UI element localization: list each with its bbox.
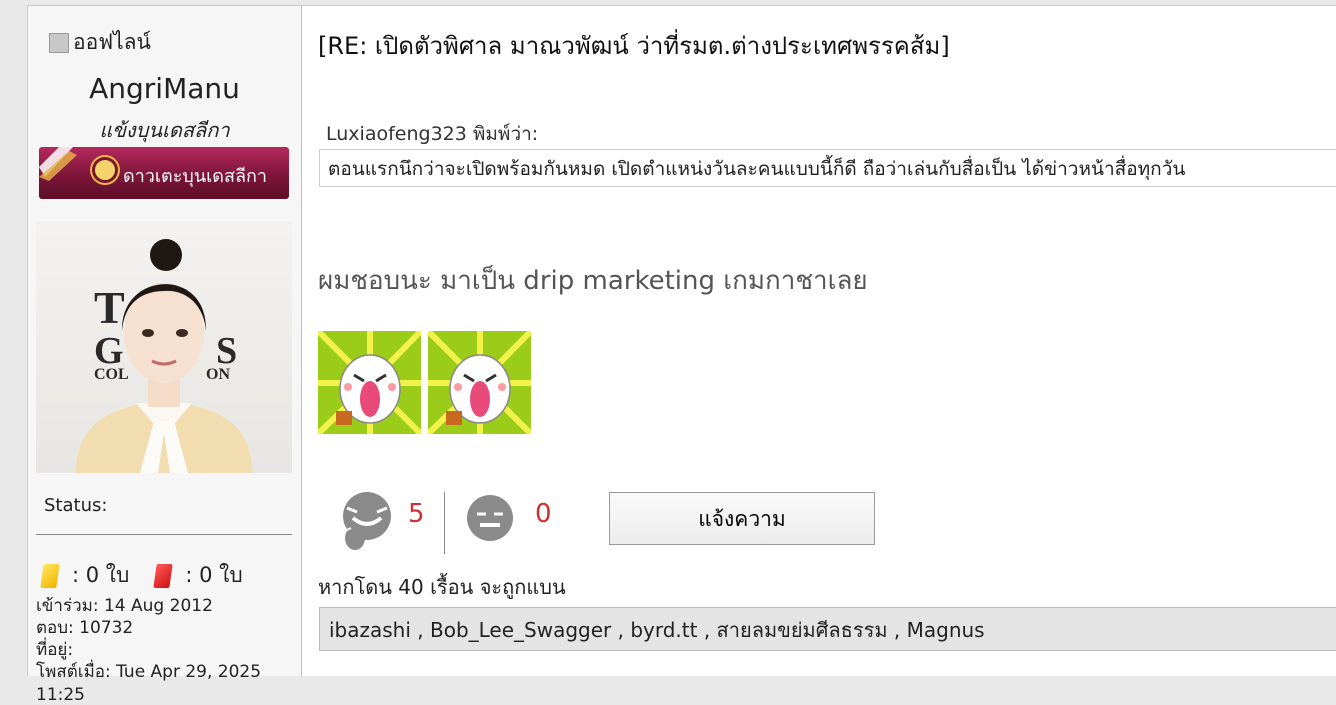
laughing-sticker-icon xyxy=(428,331,531,434)
username[interactable]: AngriManu xyxy=(28,72,301,105)
red-card-count: : 0 ใบ xyxy=(185,563,243,587)
status-label: Status: xyxy=(44,495,108,516)
user-sidebar: ออฟไลน์ AngriManu แข้งบุนเดสลีกา ดาวเตะบ… xyxy=(27,5,302,705)
red-card-icon xyxy=(153,563,174,588)
avatar: T G S COL ON xyxy=(36,221,292,473)
ban-note: หากโดน 40 เรื้อน จะถูกแบน xyxy=(318,575,566,599)
post-title: [RE: เปิดตัวพิศาล มาณวพัฒน์ ว่าที่รมต.ต่… xyxy=(318,32,950,60)
svg-text:COL: COL xyxy=(94,366,129,383)
like-face-icon[interactable] xyxy=(337,490,393,554)
football-boot-icon xyxy=(39,147,77,181)
offline-indicator-icon xyxy=(49,32,69,53)
user-title: แข้งบุนเดสลีกา xyxy=(99,118,230,142)
dislike-face-icon[interactable] xyxy=(466,494,514,542)
laughing-sticker-icon xyxy=(318,331,421,434)
vote-divider xyxy=(444,492,445,554)
divider xyxy=(36,534,292,535)
online-status-label: ออฟไลน์ xyxy=(73,30,151,54)
like-count: 5 xyxy=(408,499,425,529)
quote-author: Luxiaofeng323 พิมพ์ว่า: xyxy=(326,123,539,145)
dislike-count: 0 xyxy=(535,499,552,529)
svg-text:ON: ON xyxy=(206,366,230,383)
rank-badge: ดาวเตะบุนเดสลีกา xyxy=(39,147,289,199)
post-body: ผมชอบนะ มาเป็น drip marketing เกมกาชาเลย xyxy=(318,266,868,296)
last-post-date: โพสต์เมื่อ: Tue Apr 29, 2025 11:25 xyxy=(36,662,262,705)
report-button[interactable]: แจ้งความ xyxy=(609,492,875,545)
quote-text: ตอนแรกนึกว่าจะเปิดพร้อมกันหมด เปิดตำแหน่… xyxy=(319,149,1336,187)
yellow-card-icon xyxy=(40,563,60,588)
star-icon xyxy=(95,160,115,180)
post-content: [RE: เปิดตัวพิศาล มาณวพัฒน์ ว่าที่รมต.ต่… xyxy=(302,5,1336,676)
card-counts: : 0 ใบ : 0 ใบ xyxy=(40,559,269,592)
rank-badge-label: ดาวเตะบุนเดสลีกา xyxy=(123,166,268,187)
svg-text:T: T xyxy=(94,282,125,333)
warning-users-list: ibazashi , Bob_Lee_Swagger , byrd.tt , ส… xyxy=(319,607,1336,651)
online-status: ออฟไลน์ xyxy=(49,26,151,59)
yellow-card-count: : 0 ใบ xyxy=(72,563,130,587)
